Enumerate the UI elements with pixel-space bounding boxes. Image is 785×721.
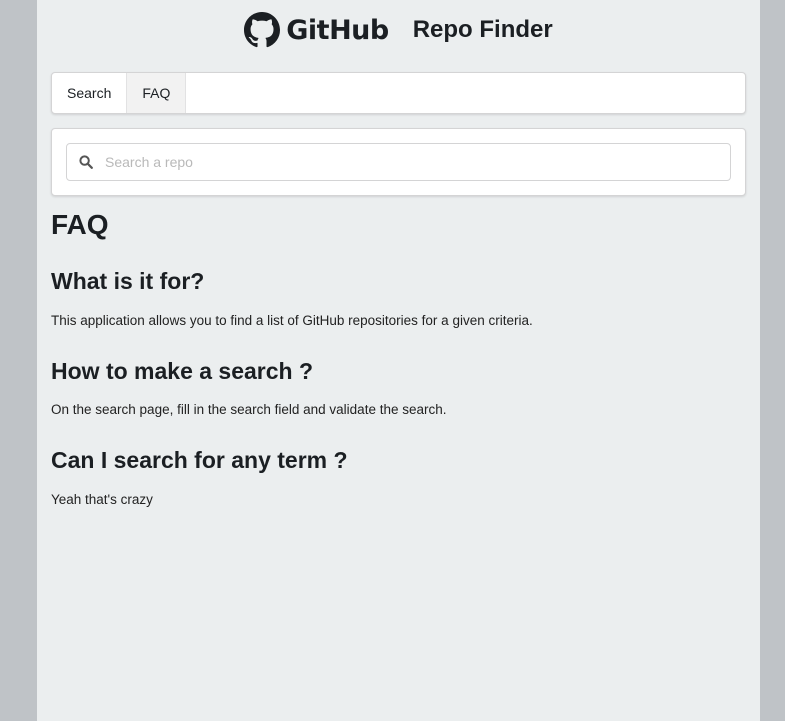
app-title: Repo Finder	[412, 16, 553, 43]
tab-menu: Search FAQ	[51, 72, 746, 114]
search-input[interactable]	[103, 146, 730, 178]
faq-section: FAQ What is it for? This application all…	[51, 205, 744, 507]
faq-answer: Yeah that's crazy	[51, 492, 153, 507]
search-icon	[79, 155, 93, 169]
search-box[interactable]	[66, 143, 731, 181]
header: GitHub Repo Finder	[37, 0, 760, 60]
tab-search[interactable]: Search	[52, 73, 128, 113]
octocat-icon	[244, 12, 281, 48]
brand: GitHub Repo Finder	[244, 12, 553, 48]
search-card	[51, 128, 746, 196]
faq-question: How to make a search ?	[51, 358, 314, 384]
page-title: FAQ	[51, 209, 109, 240]
page: GitHub Repo Finder Search FAQ FAQ What i…	[37, 0, 760, 721]
faq-answer: This application allows you to find a li…	[51, 313, 533, 328]
faq-answer: On the search page, fill in the search f…	[51, 402, 447, 417]
tab-faq[interactable]: FAQ	[127, 73, 187, 113]
faq-question: What is it for?	[51, 268, 205, 294]
faq-question: Can I search for any term ?	[51, 447, 348, 473]
github-wordmark: GitHub	[286, 14, 389, 46]
